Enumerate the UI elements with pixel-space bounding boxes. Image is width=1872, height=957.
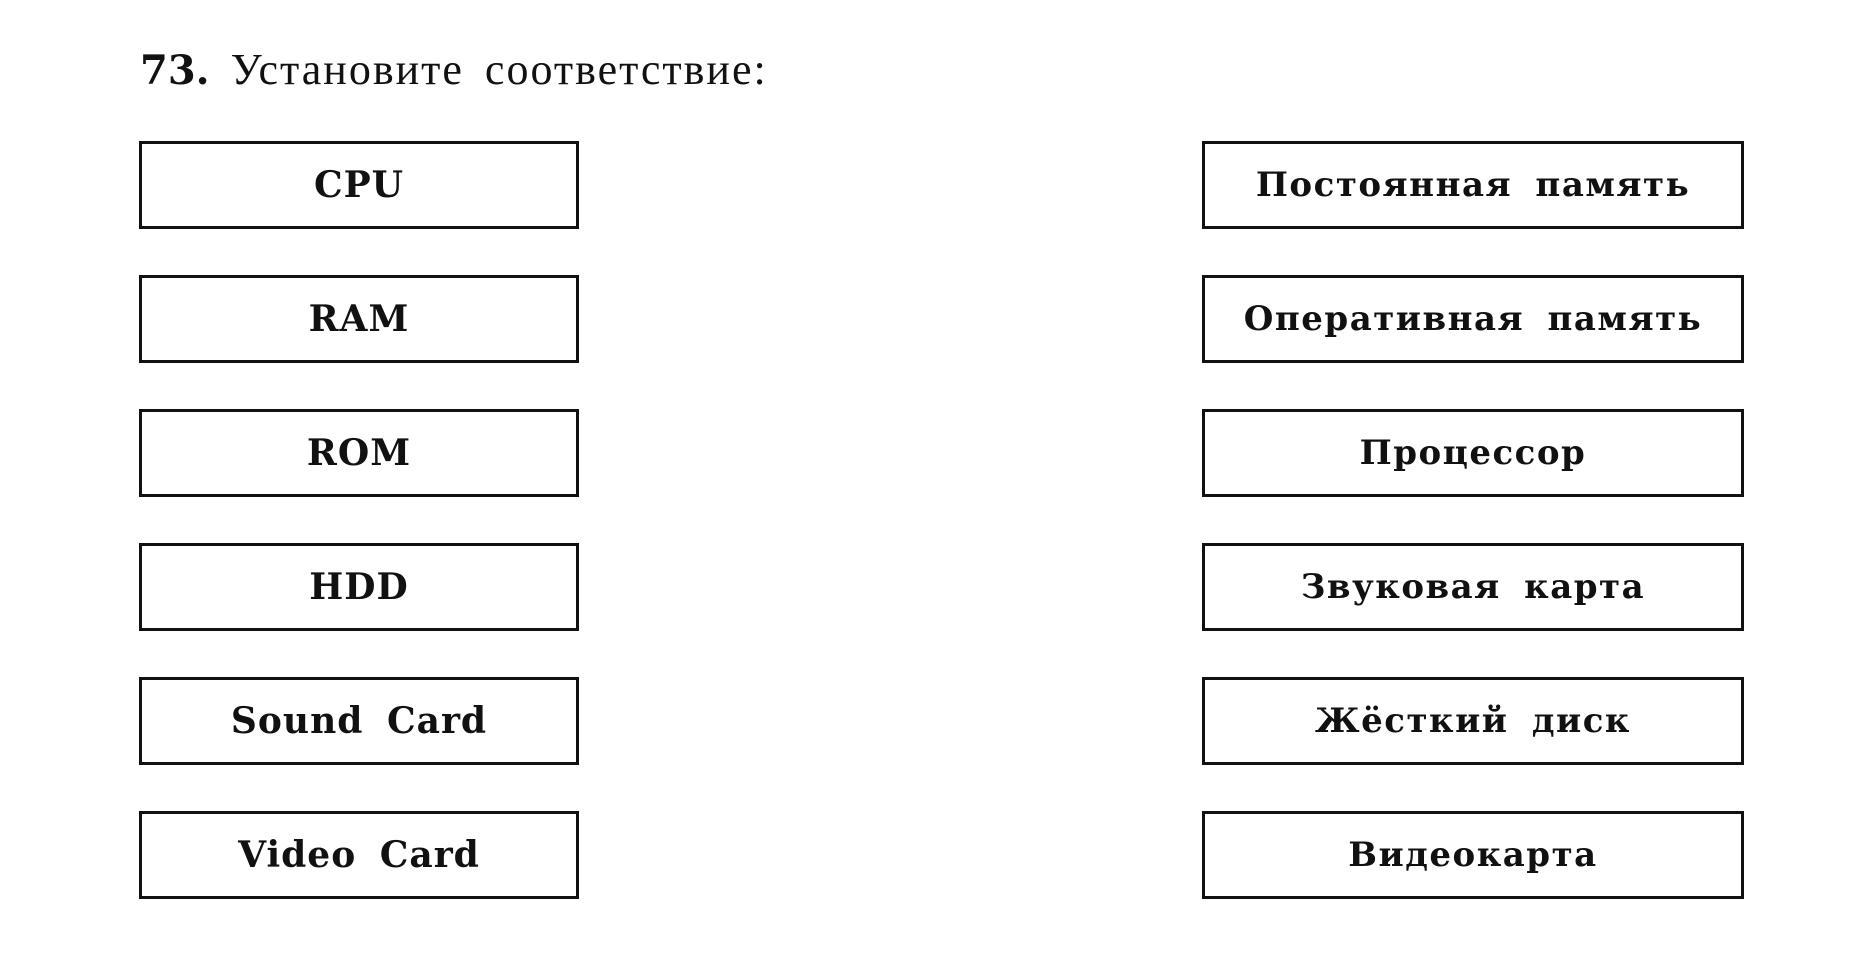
left-column-terms: CPU RAM ROM HDD Sound Card Video Card [139, 141, 579, 945]
definition-label: Видеокарта [1348, 835, 1598, 875]
term-label: Video Card [238, 834, 480, 876]
term-label: ROM [306, 432, 412, 474]
task-number: 73. [140, 47, 210, 94]
term-box-rom[interactable]: ROM [139, 409, 579, 497]
term-box-hdd[interactable]: HDD [139, 543, 579, 631]
definition-box-processor[interactable]: Процессор [1202, 409, 1744, 497]
term-box-video-card[interactable]: Video Card [139, 811, 579, 899]
term-label: Sound Card [230, 700, 488, 742]
definition-box-rom[interactable]: Постоянная память [1202, 141, 1744, 229]
term-label: CPU [313, 164, 405, 206]
definition-box-video-card[interactable]: Видеокарта [1202, 811, 1744, 899]
definition-box-ram[interactable]: Оперативная память [1202, 275, 1744, 363]
term-box-ram[interactable]: RAM [139, 275, 579, 363]
definition-label: Жёсткий диск [1315, 701, 1631, 741]
definition-label: Звуковая карта [1300, 567, 1646, 607]
definition-label: Постоянная память [1255, 165, 1691, 205]
term-label: RAM [308, 298, 410, 340]
definition-box-hard-disk[interactable]: Жёсткий диск [1202, 677, 1744, 765]
term-label: HDD [309, 566, 409, 608]
task-heading: 73. Установите соответствие: [140, 44, 768, 95]
definition-label: Процессор [1359, 433, 1587, 473]
term-box-sound-card[interactable]: Sound Card [139, 677, 579, 765]
term-box-cpu[interactable]: CPU [139, 141, 579, 229]
task-title: Установите соответствие: [230, 45, 768, 94]
definition-box-sound-card[interactable]: Звуковая карта [1202, 543, 1744, 631]
right-column-definitions: Постоянная память Оперативная память Про… [1202, 141, 1744, 945]
definition-label: Оперативная память [1243, 299, 1703, 339]
